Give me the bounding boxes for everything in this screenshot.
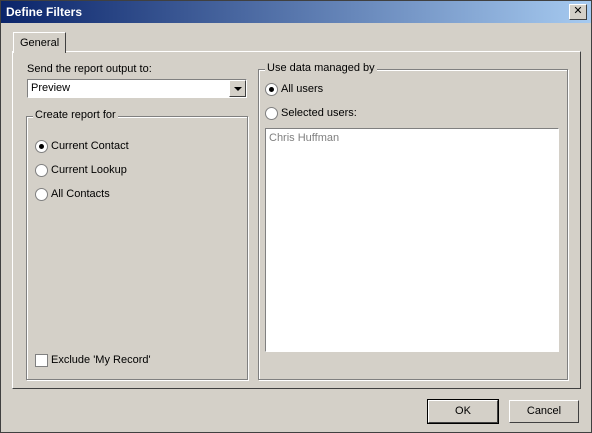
all-users-label[interactable]: All users	[281, 83, 323, 95]
selected-users-radio[interactable]	[265, 107, 278, 120]
output-dropdown[interactable]: Preview	[27, 79, 247, 98]
output-label: Send the report output to:	[27, 63, 152, 75]
ok-button[interactable]: OK	[427, 399, 499, 424]
current-contact-radio[interactable]	[35, 140, 48, 153]
title-bar: Define Filters ✕	[1, 1, 591, 23]
use-data-managed-by-title: Use data managed by	[265, 62, 377, 74]
tab-general[interactable]: General	[13, 32, 66, 53]
output-selected-value: Preview	[31, 82, 71, 94]
general-tab-panel: Send the report output to: Preview Creat…	[12, 51, 581, 389]
chevron-down-icon[interactable]	[229, 80, 246, 97]
close-button[interactable]: ✕	[569, 4, 587, 20]
list-item[interactable]: Chris Huffman	[269, 132, 339, 144]
close-icon: ✕	[573, 5, 583, 17]
all-contacts-radio[interactable]	[35, 188, 48, 201]
exclude-my-record-checkbox[interactable]	[35, 354, 48, 367]
all-contacts-label[interactable]: All Contacts	[51, 188, 110, 200]
current-lookup-label[interactable]: Current Lookup	[51, 164, 127, 176]
cancel-button[interactable]: Cancel	[509, 400, 579, 423]
create-report-for-group: Create report for Current Contact Curren…	[26, 109, 248, 380]
current-contact-label[interactable]: Current Contact	[51, 140, 129, 152]
window-title: Define Filters	[6, 5, 83, 19]
define-filters-dialog: Define Filters ✕ General Send the report…	[0, 0, 592, 433]
users-listbox[interactable]: Chris Huffman	[265, 128, 559, 352]
selected-users-label[interactable]: Selected users:	[281, 107, 357, 119]
exclude-my-record-label[interactable]: Exclude 'My Record'	[51, 354, 151, 366]
create-report-for-title: Create report for	[33, 109, 118, 121]
tab-general-label: General	[20, 37, 60, 49]
all-users-radio[interactable]	[265, 83, 278, 96]
current-lookup-radio[interactable]	[35, 164, 48, 177]
